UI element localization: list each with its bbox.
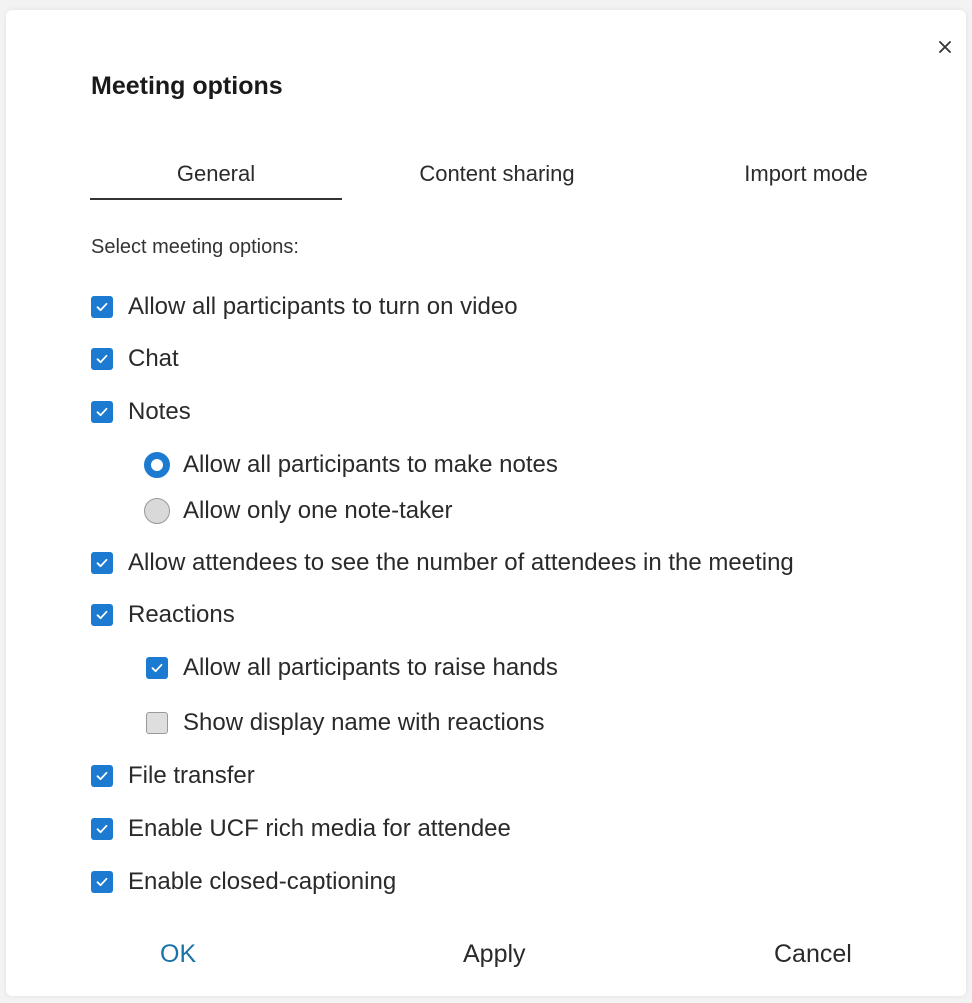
notes-checkbox[interactable]: [91, 401, 113, 423]
cancel-button[interactable]: Cancel: [774, 940, 852, 969]
notes-label: Notes: [128, 398, 191, 425]
ucf-label: Enable UCF rich media for attendee: [128, 815, 511, 842]
checkmark-icon: [151, 663, 163, 673]
chat-checkbox[interactable]: [91, 348, 113, 370]
options-subheading: Select meeting options:: [91, 236, 299, 258]
checkmark-icon: [96, 302, 108, 312]
captioning-checkbox[interactable]: [91, 871, 113, 893]
reactions-checkbox[interactable]: [91, 604, 113, 626]
video-label: Allow all participants to turn on video: [128, 293, 518, 320]
notes-one-label: Allow only one note-taker: [183, 497, 453, 524]
tab-content-sharing[interactable]: Content sharing: [390, 150, 604, 198]
attendee-count-checkbox[interactable]: [91, 552, 113, 574]
raise-hands-label: Allow all participants to raise hands: [183, 654, 558, 681]
tab-general[interactable]: General: [90, 150, 342, 200]
option-raise-hands[interactable]: Allow all participants to raise hands: [146, 651, 558, 685]
checkmark-icon: [96, 407, 108, 417]
option-notes-all[interactable]: Allow all participants to make notes: [144, 448, 558, 482]
option-chat[interactable]: Chat: [91, 342, 179, 376]
attendee-count-label: Allow attendees to see the number of att…: [128, 549, 794, 576]
checkmark-icon: [96, 877, 108, 887]
checkmark-icon: [96, 354, 108, 364]
tab-import-mode[interactable]: Import mode: [720, 150, 892, 198]
close-button[interactable]: [936, 38, 954, 56]
checkmark-icon: [96, 771, 108, 781]
apply-button[interactable]: Apply: [463, 940, 526, 969]
option-file-transfer[interactable]: File transfer: [91, 759, 255, 793]
ok-button[interactable]: OK: [160, 940, 196, 969]
close-icon: [939, 41, 951, 53]
tab-bar: General Content sharing Import mode: [0, 150, 972, 200]
option-notes-one[interactable]: Allow only one note-taker: [144, 494, 452, 528]
option-attendee-count[interactable]: Allow attendees to see the number of att…: [91, 546, 794, 580]
checkmark-icon: [96, 824, 108, 834]
option-notes[interactable]: Notes: [91, 395, 191, 429]
option-video[interactable]: Allow all participants to turn on video: [91, 290, 518, 324]
ucf-checkbox[interactable]: [91, 818, 113, 840]
file-transfer-checkbox[interactable]: [91, 765, 113, 787]
notes-one-radio[interactable]: [144, 498, 170, 524]
captioning-label: Enable closed-captioning: [128, 868, 397, 895]
option-reactions[interactable]: Reactions: [91, 598, 235, 632]
chat-label: Chat: [128, 345, 179, 372]
raise-hands-checkbox[interactable]: [146, 657, 168, 679]
checkmark-icon: [96, 558, 108, 568]
checkmark-icon: [96, 610, 108, 620]
option-ucf[interactable]: Enable UCF rich media for attendee: [91, 812, 511, 846]
option-display-name[interactable]: Show display name with reactions: [146, 706, 545, 740]
notes-all-label: Allow all participants to make notes: [183, 451, 558, 478]
display-name-label: Show display name with reactions: [183, 709, 545, 736]
video-checkbox[interactable]: [91, 296, 113, 318]
display-name-checkbox[interactable]: [146, 712, 168, 734]
dialog-title: Meeting options: [91, 72, 283, 100]
reactions-label: Reactions: [128, 601, 235, 628]
option-captioning[interactable]: Enable closed-captioning: [91, 865, 396, 899]
notes-all-radio[interactable]: [144, 452, 170, 478]
file-transfer-label: File transfer: [128, 762, 255, 789]
